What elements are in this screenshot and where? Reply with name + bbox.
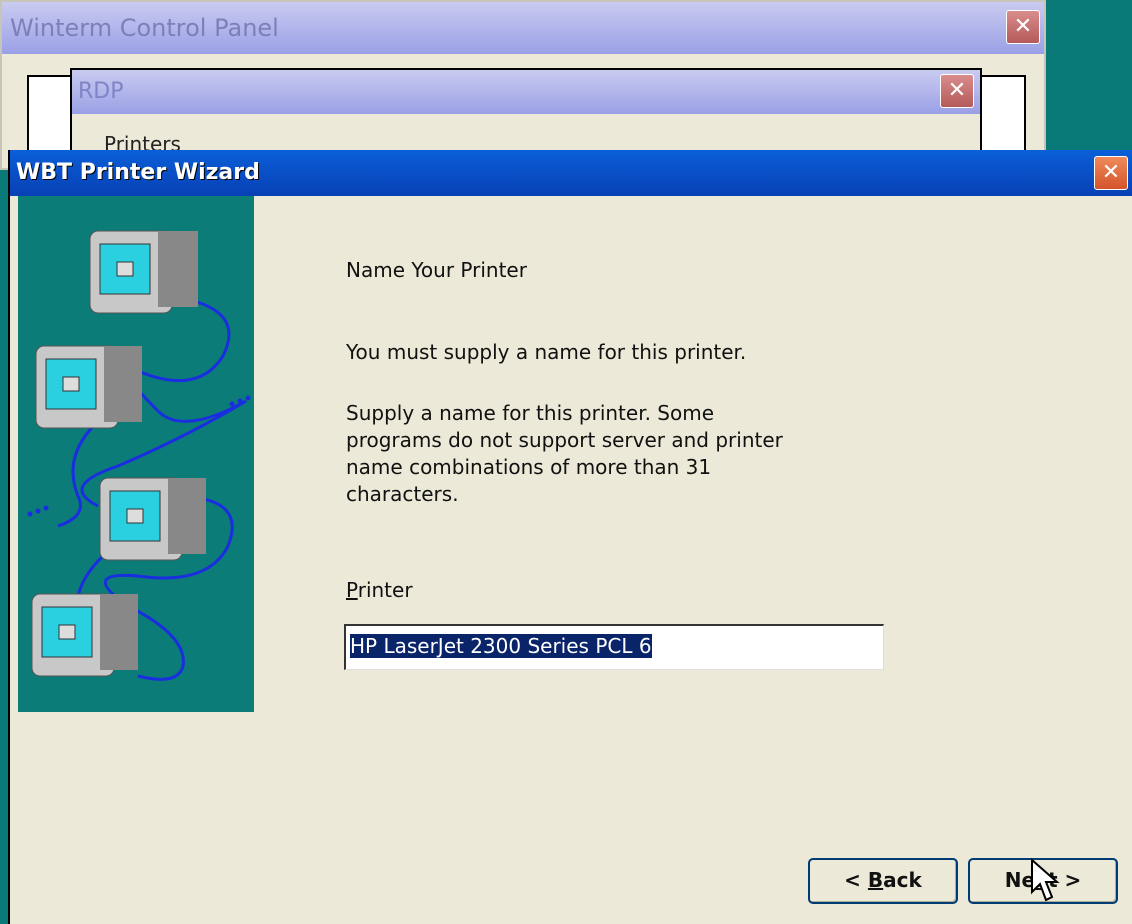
- back-accel: B: [867, 868, 884, 892]
- description-text: Supply a name for this printer. Some pro…: [346, 401, 783, 506]
- wizard-title: WBT Printer Wizard: [16, 160, 260, 185]
- winterm-close-icon[interactable]: ✕: [1006, 10, 1040, 44]
- rdp-titlebar[interactable]: RDP: [72, 70, 980, 114]
- mouse-pointer-icon: [1030, 857, 1060, 908]
- winterm-titlebar[interactable]: Winterm Control Panel: [2, 2, 1044, 54]
- printer-label: Printer: [346, 578, 413, 602]
- rdp-close-icon[interactable]: ✕: [940, 74, 974, 108]
- printer-wizard-window: WBT Printer Wizard ✕ Name Your Printer Y…: [8, 150, 1132, 924]
- rdp-title: RDP: [78, 79, 124, 104]
- back-button[interactable]: < Back: [808, 858, 958, 904]
- must-supply-text: You must supply a name for this printer.: [346, 340, 747, 364]
- winterm-title: Winterm Control Panel: [10, 14, 279, 42]
- back-prefix: <: [844, 868, 868, 892]
- network-computers-illustration: [18, 196, 254, 712]
- printer-label-rest: rinter: [357, 578, 413, 602]
- wizard-titlebar[interactable]: WBT Printer Wizard: [10, 150, 1132, 196]
- printer-label-accel: P: [346, 578, 358, 602]
- back-rest: ack: [883, 868, 922, 892]
- printer-name-value: HP LaserJet 2300 Series PCL 6: [350, 634, 652, 658]
- wizard-heading: Name Your Printer: [346, 258, 527, 282]
- printer-name-input[interactable]: HP LaserJet 2300 Series PCL 6: [344, 624, 884, 670]
- wizard-close-icon[interactable]: ✕: [1094, 156, 1128, 190]
